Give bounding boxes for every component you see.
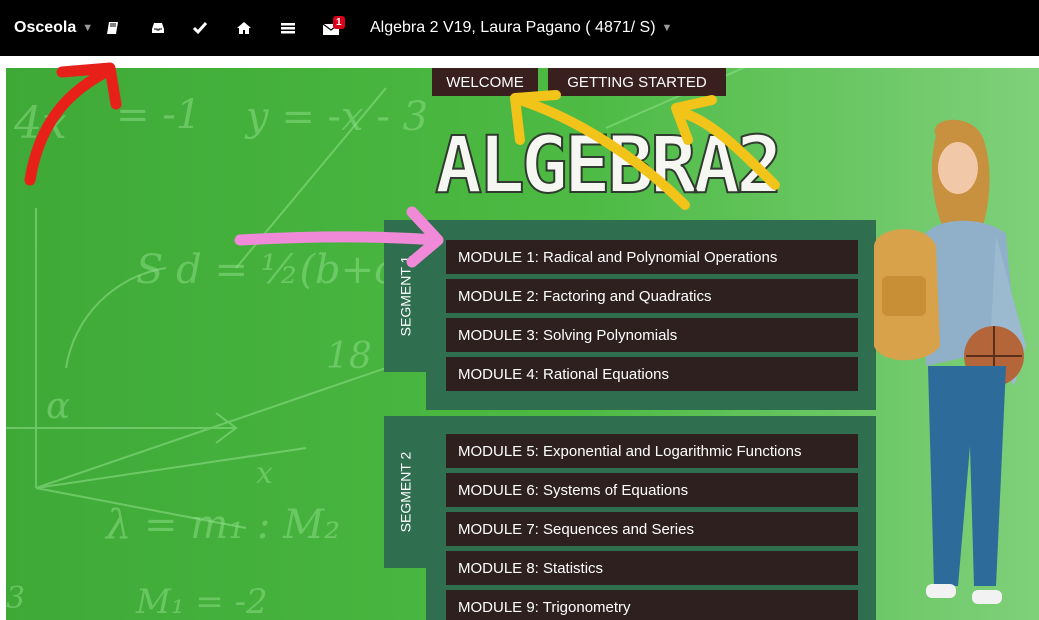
segment-1-tab: SEGMENT 1 bbox=[384, 220, 426, 372]
svg-text:x: x bbox=[256, 456, 273, 491]
svg-text:4x: 4x bbox=[13, 98, 67, 149]
course-title: Algebra 2 V19, Laura Pagano ( 4871/ S) bbox=[370, 19, 656, 36]
top-navigation-bar: Osceola ▼ 1 Algebra 2 V19, Laura Pagano … bbox=[0, 0, 1039, 56]
segment-2-label: SEGMENT 2 bbox=[397, 451, 413, 533]
course-selector-dropdown[interactable]: Algebra 2 V19, Laura Pagano ( 4871/ S) ▼ bbox=[370, 0, 672, 56]
algebra2-logo: ALGEBRA2 bbox=[434, 120, 784, 208]
svg-text:λ = m₁ : M₂: λ = m₁ : M₂ bbox=[104, 502, 340, 548]
chevron-down-icon: ▼ bbox=[661, 22, 673, 34]
inbox-icon[interactable] bbox=[150, 0, 166, 56]
svg-text:ALGEBRA2: ALGEBRA2 bbox=[435, 121, 779, 208]
svg-text:M₁ = -2: M₁ = -2 bbox=[135, 582, 268, 620]
segment-2-tab: SEGMENT 2 bbox=[384, 416, 426, 568]
menu-icon[interactable] bbox=[280, 0, 296, 56]
book-icon[interactable] bbox=[106, 0, 122, 56]
module-7-link[interactable]: MODULE 7: Sequences and Series bbox=[446, 512, 858, 546]
mail-count-badge: 1 bbox=[333, 16, 345, 29]
svg-text:18: 18 bbox=[326, 336, 372, 377]
getting-started-button[interactable]: GETTING STARTED bbox=[548, 68, 726, 96]
module-2-link[interactable]: MODULE 2: Factoring and Quadratics bbox=[446, 279, 858, 313]
svg-text:3: 3 bbox=[6, 581, 25, 616]
chevron-down-icon: ▼ bbox=[82, 22, 94, 34]
svg-text:= -1: = -1 bbox=[116, 92, 201, 138]
check-icon[interactable] bbox=[192, 0, 208, 56]
module-1-link[interactable]: MODULE 1: Radical and Polynomial Operati… bbox=[446, 240, 858, 274]
svg-text:S d = ½(b+c): S d = ½(b+c) bbox=[136, 247, 412, 293]
mail-button[interactable]: 1 bbox=[322, 0, 345, 56]
svg-text:y = -x - 3: y = -x - 3 bbox=[244, 94, 428, 140]
home-icon[interactable] bbox=[236, 0, 252, 56]
module-8-link[interactable]: MODULE 8: Statistics bbox=[446, 551, 858, 585]
module-5-link[interactable]: MODULE 5: Exponential and Logarithmic Fu… bbox=[446, 434, 858, 468]
module-3-link[interactable]: MODULE 3: Solving Polynomials bbox=[446, 318, 858, 352]
module-6-link[interactable]: MODULE 6: Systems of Equations bbox=[446, 473, 858, 507]
svg-text:α: α bbox=[46, 386, 70, 427]
segment-1-label: SEGMENT 1 bbox=[397, 255, 413, 337]
module-4-link[interactable]: MODULE 4: Rational Equations bbox=[446, 357, 858, 391]
school-name: Osceola bbox=[14, 19, 77, 36]
course-home-banner: 4x = -1 y = -x - 3 S d = ½(b+c) α x λ = … bbox=[6, 68, 1039, 620]
student-with-backpack-image bbox=[874, 119, 1026, 604]
module-9-link[interactable]: MODULE 9: Trigonometry bbox=[446, 590, 858, 620]
school-menu-dropdown[interactable]: Osceola ▼ bbox=[14, 0, 93, 56]
welcome-button[interactable]: WELCOME bbox=[432, 68, 538, 96]
